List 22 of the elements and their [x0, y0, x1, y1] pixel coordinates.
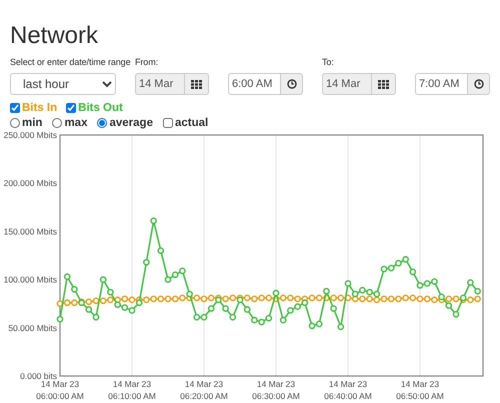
y-axis-label: 0.000 bits	[20, 371, 57, 381]
series-label: Bits Out	[78, 102, 123, 114]
series-label: Bits In	[22, 102, 58, 114]
option-label: average	[109, 116, 153, 128]
y-axis-label: 250.000 Mbits	[4, 130, 57, 140]
option-label: min	[22, 116, 42, 128]
x-axis-label: 14 Mar 23 06:50:00 AM	[396, 379, 444, 401]
from-label: From:	[135, 56, 158, 68]
x-axis-label: 14 Mar 23 06:40:00 AM	[324, 379, 372, 401]
page-title: Network	[10, 21, 100, 48]
y-axis-label: 150.000 Mbits	[4, 226, 57, 236]
option-label: max	[64, 116, 88, 128]
x-axis-label: 14 Mar 23 06:10:00 AM	[108, 379, 156, 401]
to-label: To:	[322, 56, 334, 68]
x-axis-label: 14 Mar 23 06:20:00 AM	[180, 379, 228, 401]
y-axis-label: 50.000 Mbits	[8, 322, 57, 333]
x-axis-label: 14 Mar 23 06:00:00 AM	[36, 379, 84, 401]
range-label: Select or enter date/time range	[10, 56, 130, 68]
option-label: actual	[174, 116, 208, 128]
x-axis-label: 14 Mar 23 06:30:00 AM	[252, 379, 300, 401]
y-axis-label: 100.000 Mbits	[4, 274, 57, 285]
y-axis-label: 200.000 Mbits	[4, 178, 57, 188]
